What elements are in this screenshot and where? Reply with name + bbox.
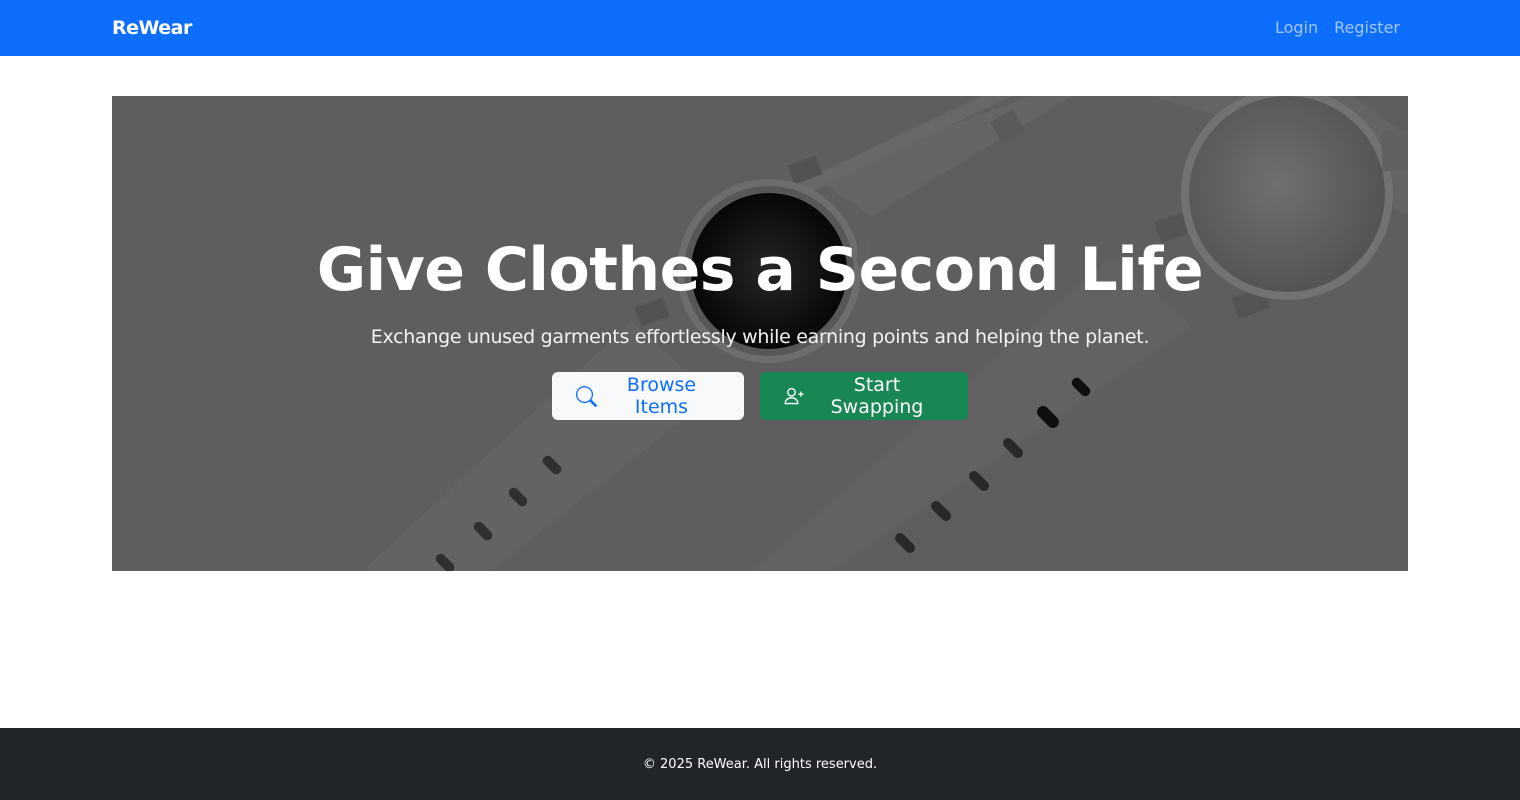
start-swapping-button[interactable]: Start Swapping <box>760 372 968 420</box>
footer: © 2025 ReWear. All rights reserved. <box>0 728 1520 800</box>
browse-items-label: Browse Items <box>626 374 697 418</box>
brand-logo[interactable]: ReWear <box>112 17 192 39</box>
nav-links: Login Register <box>1275 18 1400 37</box>
nav-link-login[interactable]: Login <box>1275 18 1318 37</box>
browse-items-button[interactable]: Browse Items <box>552 372 744 420</box>
hero-subtitle: Exchange unused garments effortlessly wh… <box>370 326 1150 348</box>
person-plus-icon <box>784 386 804 406</box>
nav-link-register[interactable]: Register <box>1334 18 1400 37</box>
search-icon <box>576 385 597 407</box>
hero-banner: Give Clothes a Second Life Exchange unus… <box>112 96 1408 571</box>
start-swapping-label: Start Swapping <box>830 374 924 418</box>
footer-copyright: © 2025 ReWear. All rights reserved. <box>642 756 878 772</box>
navbar: ReWear Login Register <box>0 0 1520 56</box>
hero-buttons: Browse Items Start Swapping <box>112 372 1408 420</box>
hero-title: Give Clothes a Second Life <box>316 235 1204 305</box>
hero-content: Give Clothes a Second Life Exchange unus… <box>112 234 1408 420</box>
